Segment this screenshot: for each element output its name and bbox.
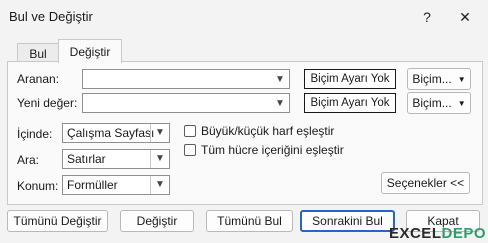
- replace-input[interactable]: ▼: [82, 93, 290, 113]
- chevron-down-icon: ▼: [150, 150, 169, 168]
- tab-replace[interactable]: Değiştir: [58, 39, 122, 63]
- find-next-button[interactable]: Sonrakini Bul: [300, 210, 395, 232]
- close-window-button[interactable]: ✕: [452, 7, 478, 27]
- help-button[interactable]: ?: [414, 7, 440, 27]
- chevron-down-icon: ▼: [150, 124, 169, 142]
- find-format-preview: Biçim Ayarı Yok: [304, 69, 396, 89]
- caret-down-icon: ▼: [457, 98, 466, 108]
- within-select[interactable]: Çalışma Sayfası ▼: [62, 123, 170, 143]
- window-title: Bul ve Değiştir: [9, 9, 93, 24]
- lookin-label: Konum:: [17, 179, 59, 193]
- replace-button[interactable]: Değiştir: [120, 210, 194, 232]
- search-label: Ara:: [17, 153, 40, 167]
- match-entire-label: Tüm hücre içeriğini eşleştir: [201, 143, 344, 157]
- search-select[interactable]: Satırlar ▼: [62, 149, 170, 169]
- replace-label: Yeni değer:: [17, 96, 78, 110]
- close-icon: ✕: [459, 8, 471, 25]
- replace-all-button[interactable]: Tümünü Değiştir: [7, 210, 108, 232]
- excel-depo-logo: EXCELDEPO: [388, 225, 486, 242]
- lookin-select[interactable]: Formüller ▼: [62, 175, 170, 195]
- find-input[interactable]: ▼: [82, 69, 290, 89]
- find-format-button[interactable]: Biçim... ▼: [407, 68, 471, 90]
- match-case-label: Büyük/küçük harf eşleştir: [201, 124, 335, 138]
- chevron-down-icon[interactable]: ▼: [271, 70, 289, 88]
- help-icon: ?: [423, 9, 431, 25]
- chevron-down-icon: ▼: [150, 176, 169, 194]
- replace-format-preview: Biçim Ayarı Yok: [304, 93, 396, 113]
- options-button[interactable]: Seçenekler <<: [381, 172, 470, 194]
- match-entire-checkbox[interactable]: [184, 144, 196, 156]
- within-label: İçinde:: [17, 127, 53, 141]
- chevron-down-icon[interactable]: ▼: [271, 94, 289, 112]
- replace-format-button[interactable]: Biçim... ▼: [407, 92, 471, 114]
- tab-find[interactable]: Bul: [17, 43, 59, 63]
- match-case-checkbox[interactable]: [184, 125, 196, 137]
- find-all-button[interactable]: Tümünü Bul: [206, 210, 293, 232]
- find-label: Aranan:: [17, 72, 60, 86]
- caret-down-icon: ▼: [457, 74, 466, 84]
